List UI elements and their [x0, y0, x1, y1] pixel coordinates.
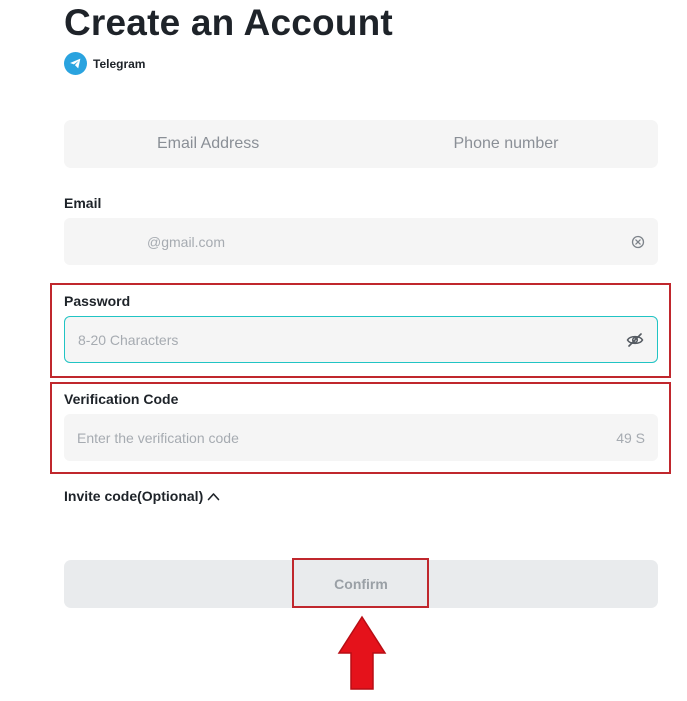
- tab-phone-number[interactable]: Phone number: [362, 120, 659, 168]
- verification-code-field[interactable]: Enter the verification code 49 S: [64, 414, 658, 461]
- create-account-page: Create an Account Telegram Email Address…: [0, 0, 687, 701]
- page-title: Create an Account: [64, 2, 393, 43]
- verification-code-placeholder: Enter the verification code: [77, 429, 239, 446]
- email-label: Email: [64, 195, 102, 211]
- password-placeholder: 8-20 Characters: [78, 331, 179, 348]
- invite-code-toggle[interactable]: Invite code(Optional): [64, 488, 220, 504]
- verification-code-label: Verification Code: [64, 391, 179, 407]
- password-field[interactable]: 8-20 Characters: [64, 316, 658, 363]
- telegram-signup[interactable]: Telegram: [64, 52, 145, 75]
- invite-code-label: Invite code(Optional): [64, 488, 204, 504]
- clear-icon[interactable]: [631, 235, 645, 249]
- telegram-label: Telegram: [93, 56, 146, 71]
- tab-email-address[interactable]: Email Address: [64, 120, 362, 168]
- arrow-up-icon: [337, 615, 387, 690]
- telegram-icon: [64, 52, 87, 75]
- resend-countdown: 49 S: [616, 429, 645, 446]
- confirm-button[interactable]: Confirm: [64, 560, 658, 608]
- password-label: Password: [64, 293, 131, 309]
- signup-method-tabs: Email Address Phone number: [64, 120, 658, 168]
- eye-slash-icon[interactable]: [626, 332, 644, 348]
- email-field[interactable]: @gmail.com: [64, 218, 658, 265]
- email-value: @gmail.com: [147, 233, 226, 250]
- chevron-up-icon: [207, 492, 220, 501]
